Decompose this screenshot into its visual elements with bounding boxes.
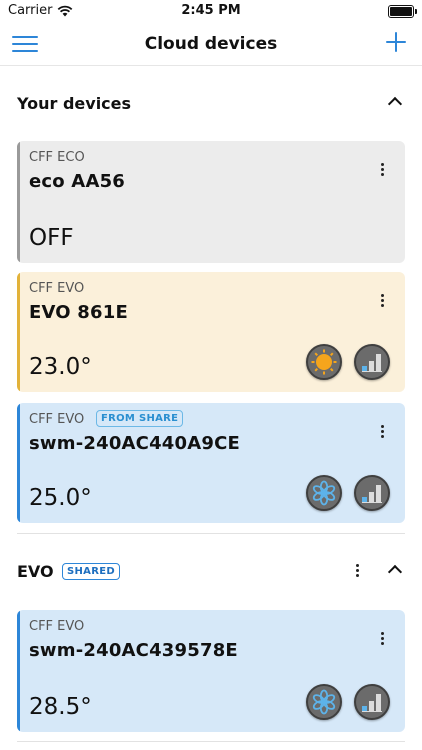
more-options-icon[interactable] — [379, 630, 387, 650]
device-card-swm-240ac439578e[interactable]: CFF EVO swm-240AC439578E 28.5° — [17, 610, 405, 732]
from-share-badge: FROM SHARE — [96, 410, 184, 427]
page-title: Cloud devices — [144, 34, 278, 54]
device-name: swm-240AC440A9CE — [29, 433, 241, 454]
device-temperature: 25.0° — [29, 485, 92, 511]
card-accent-stripe — [17, 403, 20, 523]
snowflake-icon — [312, 480, 336, 506]
device-temperature: 23.0° — [29, 354, 92, 380]
fan-speed-icon — [362, 485, 382, 503]
fan-speed-button[interactable] — [354, 475, 390, 511]
section-title: Your devices — [17, 94, 132, 113]
device-type: CFF EVO — [29, 281, 85, 296]
shared-badge: SHARED — [62, 563, 120, 580]
device-name: eco AA56 — [29, 171, 126, 192]
device-temperature: 28.5° — [29, 694, 92, 720]
section-divider — [17, 741, 405, 742]
cool-mode-button[interactable] — [306, 475, 342, 511]
cool-mode-button[interactable] — [306, 684, 342, 720]
battery-icon — [388, 5, 417, 18]
card-accent-stripe — [17, 610, 20, 732]
status-bar: Carrier 2:45 PM — [0, 0, 422, 24]
section-header-your-devices: Your devices — [0, 84, 422, 124]
device-name: swm-240AC439578E — [29, 640, 238, 661]
more-options-icon[interactable] — [379, 292, 387, 312]
device-card-swm-240ac440a9ce[interactable]: CFF EVO FROM SHARE swm-240AC440A9CE 25.0… — [17, 403, 405, 523]
collapse-chevron-icon[interactable] — [387, 564, 403, 580]
fan-speed-button[interactable] — [354, 344, 390, 380]
navigation-bar: Cloud devices — [0, 24, 422, 66]
fan-speed-icon — [362, 354, 382, 372]
more-options-icon[interactable] — [379, 161, 387, 181]
device-status: OFF — [29, 225, 74, 251]
device-card-eco-aa56[interactable]: CFF ECO eco AA56 OFF — [17, 141, 405, 263]
add-device-icon[interactable] — [384, 30, 408, 54]
device-type: CFF EVO — [29, 619, 85, 634]
card-accent-stripe — [17, 272, 20, 392]
sun-icon — [311, 349, 337, 375]
snowflake-icon — [312, 689, 336, 715]
section-divider — [17, 533, 405, 534]
card-accent-stripe — [17, 141, 20, 263]
section-title: EVO — [17, 562, 54, 581]
device-card-evo-861e[interactable]: CFF EVO EVO 861E 23.0° — [17, 272, 405, 392]
status-time: 2:45 PM — [181, 3, 241, 18]
device-name: EVO 861E — [29, 302, 128, 323]
more-options-icon[interactable] — [379, 423, 387, 443]
group-options-icon[interactable] — [354, 562, 362, 582]
device-type: CFF EVO — [29, 412, 85, 427]
collapse-chevron-icon[interactable] — [387, 96, 403, 112]
section-header-evo: EVO SHARED — [0, 552, 422, 592]
fan-speed-button[interactable] — [354, 684, 390, 720]
fan-speed-icon — [362, 694, 382, 712]
device-type: CFF ECO — [29, 150, 85, 165]
heat-mode-button[interactable] — [306, 344, 342, 380]
